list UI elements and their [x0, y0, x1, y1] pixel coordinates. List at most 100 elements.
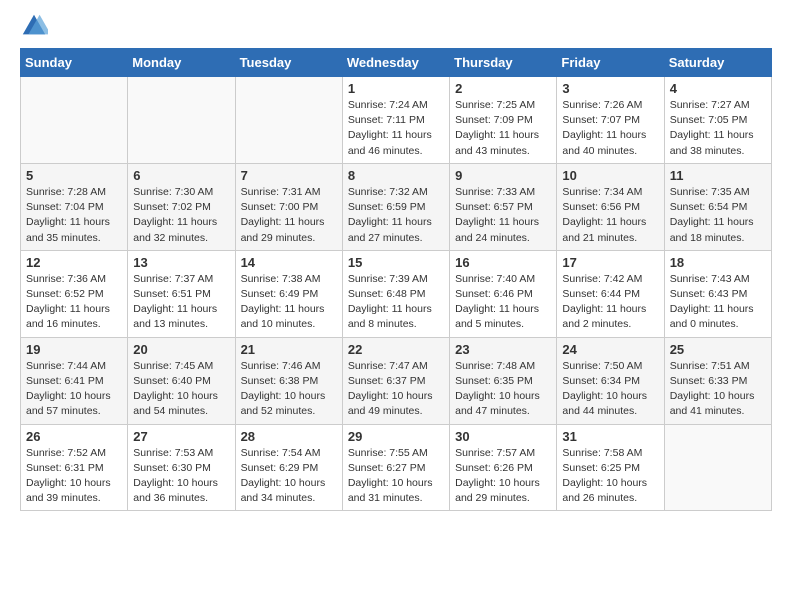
day-detail: Sunrise: 7:36 AMSunset: 6:52 PMDaylight:…: [26, 272, 122, 333]
calendar-cell: 8Sunrise: 7:32 AMSunset: 6:59 PMDaylight…: [342, 163, 449, 250]
calendar-cell: 19 Sunrise: 7:44 AMSunset: 6:41 PMDayligh…: [21, 337, 128, 424]
calendar-cell: 21 Sunrise: 7:46 AMSunset: 6:38 PMDayligh…: [235, 337, 342, 424]
day-number: 24: [562, 342, 658, 357]
day-detail: Sunrise: 7:42 AMSunset: 6:44 PMDaylight:…: [562, 272, 658, 333]
calendar-week-row: 26 Sunrise: 7:52 AMSunset: 6:31 PMDayligh…: [21, 424, 772, 511]
day-number: 12: [26, 255, 122, 270]
day-number: 8: [348, 168, 444, 183]
calendar-cell: 9Sunrise: 7:33 AMSunset: 6:57 PMDaylight…: [450, 163, 557, 250]
calendar-cell: 10 Sunrise: 7:34 AMSunset: 6:56 PMDayligh…: [557, 163, 664, 250]
day-number: 20: [133, 342, 229, 357]
day-detail: Sunrise: 7:46 AMSunset: 6:38 PMDaylight:…: [241, 359, 337, 420]
day-number: 18: [670, 255, 766, 270]
day-detail: Sunrise: 7:47 AMSunset: 6:37 PMDaylight:…: [348, 359, 444, 420]
day-number: 21: [241, 342, 337, 357]
day-detail: Sunrise: 7:27 AMSunset: 7:05 PMDaylight:…: [670, 98, 766, 159]
day-detail: Sunrise: 7:35 AMSunset: 6:54 PMDaylight:…: [670, 185, 766, 246]
day-detail: Sunrise: 7:48 AMSunset: 6:35 PMDaylight:…: [455, 359, 551, 420]
day-detail: Sunrise: 7:34 AMSunset: 6:56 PMDaylight:…: [562, 185, 658, 246]
calendar-cell: 24Sunrise: 7:50 AMSunset: 6:34 PMDayligh…: [557, 337, 664, 424]
page: SundayMondayTuesdayWednesdayThursdayFrid…: [0, 0, 792, 612]
day-number: 4: [670, 81, 766, 96]
col-header-tuesday: Tuesday: [235, 49, 342, 77]
day-detail: Sunrise: 7:52 AMSunset: 6:31 PMDaylight:…: [26, 446, 122, 507]
calendar-cell: [21, 77, 128, 164]
calendar-table: SundayMondayTuesdayWednesdayThursdayFrid…: [20, 48, 772, 511]
calendar-cell: 31Sunrise: 7:58 AMSunset: 6:25 PMDayligh…: [557, 424, 664, 511]
day-number: 25: [670, 342, 766, 357]
calendar-cell: 6 Sunrise: 7:30 AMSunset: 7:02 PMDaylight…: [128, 163, 235, 250]
day-detail: Sunrise: 7:37 AMSunset: 6:51 PMDaylight:…: [133, 272, 229, 333]
calendar-cell: 7 Sunrise: 7:31 AMSunset: 7:00 PMDaylight…: [235, 163, 342, 250]
day-number: 9: [455, 168, 551, 183]
calendar-cell: 13 Sunrise: 7:37 AMSunset: 6:51 PMDayligh…: [128, 250, 235, 337]
calendar-cell: 5 Sunrise: 7:28 AMSunset: 7:04 PMDaylight…: [21, 163, 128, 250]
day-number: 10: [562, 168, 658, 183]
calendar-cell: 1Sunrise: 7:24 AMSunset: 7:11 PMDaylight…: [342, 77, 449, 164]
day-detail: Sunrise: 7:38 AMSunset: 6:49 PMDaylight:…: [241, 272, 337, 333]
calendar-cell: [235, 77, 342, 164]
col-header-thursday: Thursday: [450, 49, 557, 77]
col-header-monday: Monday: [128, 49, 235, 77]
day-number: 3: [562, 81, 658, 96]
day-number: 29: [348, 429, 444, 444]
day-detail: Sunrise: 7:25 AMSunset: 7:09 PMDaylight:…: [455, 98, 551, 159]
day-number: 31: [562, 429, 658, 444]
day-detail: Sunrise: 7:39 AMSunset: 6:48 PMDaylight:…: [348, 272, 444, 333]
calendar-cell: [664, 424, 771, 511]
day-number: 26: [26, 429, 122, 444]
day-detail: Sunrise: 7:55 AMSunset: 6:27 PMDaylight:…: [348, 446, 444, 507]
calendar-cell: 17 Sunrise: 7:42 AMSunset: 6:44 PMDayligh…: [557, 250, 664, 337]
day-detail: Sunrise: 7:57 AMSunset: 6:26 PMDaylight:…: [455, 446, 551, 507]
day-detail: Sunrise: 7:26 AMSunset: 7:07 PMDaylight:…: [562, 98, 658, 159]
day-number: 22: [348, 342, 444, 357]
calendar-cell: 23 Sunrise: 7:48 AMSunset: 6:35 PMDayligh…: [450, 337, 557, 424]
calendar-week-row: 19 Sunrise: 7:44 AMSunset: 6:41 PMDayligh…: [21, 337, 772, 424]
calendar-cell: 27 Sunrise: 7:53 AMSunset: 6:30 PMDayligh…: [128, 424, 235, 511]
day-detail: Sunrise: 7:54 AMSunset: 6:29 PMDaylight:…: [241, 446, 337, 507]
calendar-cell: 29 Sunrise: 7:55 AMSunset: 6:27 PMDayligh…: [342, 424, 449, 511]
header: [20, 10, 772, 40]
day-number: 19: [26, 342, 122, 357]
day-number: 6: [133, 168, 229, 183]
calendar-cell: 15 Sunrise: 7:39 AMSunset: 6:48 PMDayligh…: [342, 250, 449, 337]
calendar-cell: 4 Sunrise: 7:27 AMSunset: 7:05 PMDaylight…: [664, 77, 771, 164]
calendar-cell: 30 Sunrise: 7:57 AMSunset: 6:26 PMDayligh…: [450, 424, 557, 511]
day-number: 23: [455, 342, 551, 357]
day-number: 15: [348, 255, 444, 270]
calendar-cell: 25Sunrise: 7:51 AMSunset: 6:33 PMDayligh…: [664, 337, 771, 424]
day-number: 17: [562, 255, 658, 270]
day-detail: Sunrise: 7:28 AMSunset: 7:04 PMDaylight:…: [26, 185, 122, 246]
day-number: 27: [133, 429, 229, 444]
day-detail: Sunrise: 7:30 AMSunset: 7:02 PMDaylight:…: [133, 185, 229, 246]
col-header-friday: Friday: [557, 49, 664, 77]
day-number: 28: [241, 429, 337, 444]
logo-icon: [20, 12, 48, 40]
day-detail: Sunrise: 7:53 AMSunset: 6:30 PMDaylight:…: [133, 446, 229, 507]
day-number: 13: [133, 255, 229, 270]
calendar-cell: 20 Sunrise: 7:45 AMSunset: 6:40 PMDayligh…: [128, 337, 235, 424]
col-header-wednesday: Wednesday: [342, 49, 449, 77]
calendar-cell: 28 Sunrise: 7:54 AMSunset: 6:29 PMDayligh…: [235, 424, 342, 511]
day-number: 30: [455, 429, 551, 444]
day-number: 2: [455, 81, 551, 96]
calendar-cell: 26 Sunrise: 7:52 AMSunset: 6:31 PMDayligh…: [21, 424, 128, 511]
calendar-cell: 16 Sunrise: 7:40 AMSunset: 6:46 PMDayligh…: [450, 250, 557, 337]
calendar-week-row: 12 Sunrise: 7:36 AMSunset: 6:52 PMDayligh…: [21, 250, 772, 337]
calendar-week-row: 1Sunrise: 7:24 AMSunset: 7:11 PMDaylight…: [21, 77, 772, 164]
calendar-header-row: SundayMondayTuesdayWednesdayThursdayFrid…: [21, 49, 772, 77]
day-detail: Sunrise: 7:31 AMSunset: 7:00 PMDaylight:…: [241, 185, 337, 246]
day-detail: Sunrise: 7:44 AMSunset: 6:41 PMDaylight:…: [26, 359, 122, 420]
day-detail: Sunrise: 7:43 AMSunset: 6:43 PMDaylight:…: [670, 272, 766, 333]
day-number: 7: [241, 168, 337, 183]
day-detail: Sunrise: 7:40 AMSunset: 6:46 PMDaylight:…: [455, 272, 551, 333]
day-number: 16: [455, 255, 551, 270]
calendar-cell: 18 Sunrise: 7:43 AMSunset: 6:43 PMDayligh…: [664, 250, 771, 337]
day-detail: Sunrise: 7:45 AMSunset: 6:40 PMDaylight:…: [133, 359, 229, 420]
day-number: 5: [26, 168, 122, 183]
calendar-cell: 22 Sunrise: 7:47 AMSunset: 6:37 PMDayligh…: [342, 337, 449, 424]
logo: [20, 14, 52, 40]
day-number: 11: [670, 168, 766, 183]
col-header-sunday: Sunday: [21, 49, 128, 77]
col-header-saturday: Saturday: [664, 49, 771, 77]
